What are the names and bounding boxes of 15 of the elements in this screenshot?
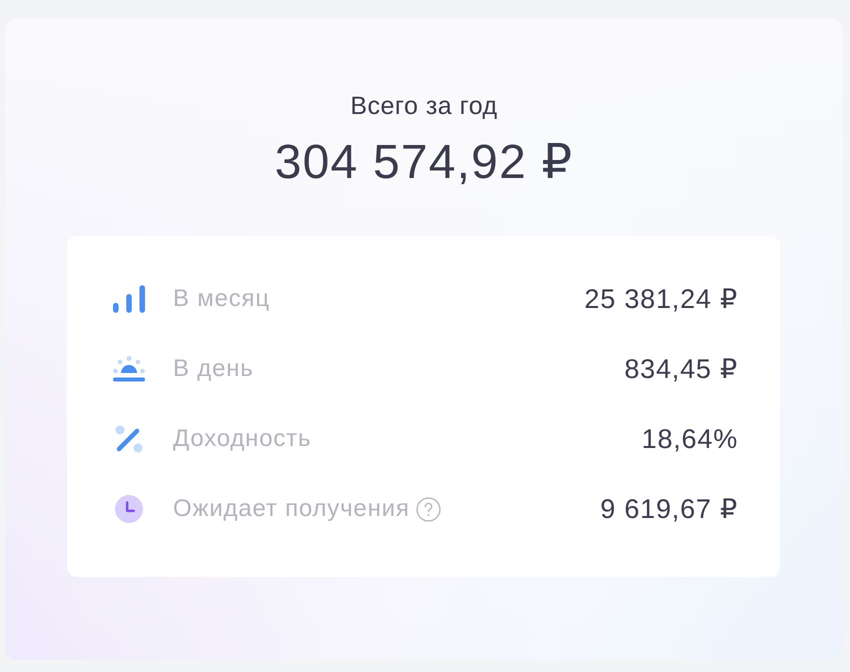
- percent-icon: [113, 425, 145, 453]
- row-label: Ожидает получения: [173, 495, 410, 523]
- summary-title: Всего за год: [349, 91, 499, 122]
- row-value: 9 619,67 ₽: [600, 494, 738, 524]
- row-label: В день: [173, 355, 254, 383]
- bar-chart-icon: [113, 285, 145, 313]
- clock-icon: [113, 495, 145, 523]
- row-value: 25 381,24 ₽: [584, 284, 738, 314]
- row-value: 18,64%: [642, 424, 738, 454]
- row-value: 834,45 ₽: [624, 354, 738, 384]
- row-label: В месяц: [173, 285, 270, 313]
- sunrise-icon: [113, 355, 145, 383]
- help-icon[interactable]: [416, 496, 441, 522]
- row-label: Доходность: [173, 425, 312, 453]
- total-amount: 304 574,92 ₽: [274, 135, 574, 191]
